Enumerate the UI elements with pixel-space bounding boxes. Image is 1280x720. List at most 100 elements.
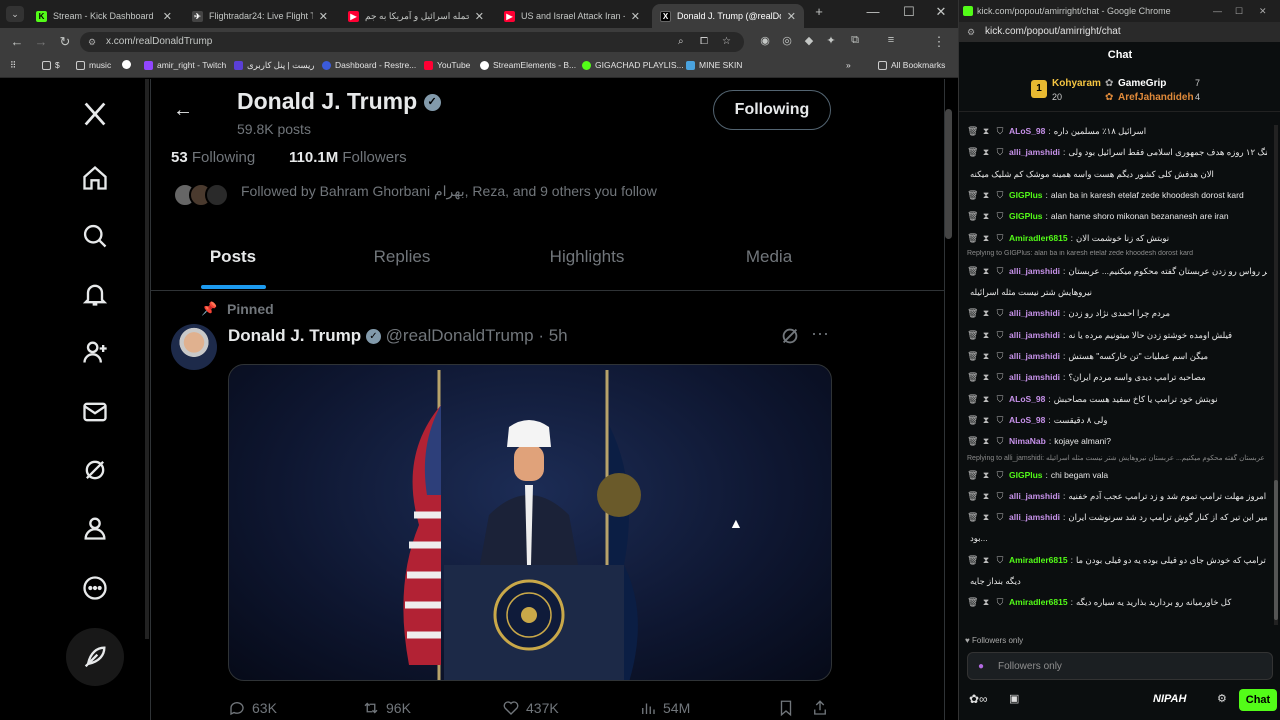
- trash-icon[interactable]: 🗑: [967, 264, 978, 278]
- timeout-icon[interactable]: ⧗: [981, 510, 991, 524]
- menu-icon[interactable]: ⋮: [930, 34, 948, 50]
- shield-icon[interactable]: ⛉: [995, 328, 1005, 342]
- chat-username[interactable]: alli_jamshidi: [1009, 330, 1060, 340]
- grok-icon[interactable]: [779, 325, 801, 347]
- timeout-icon[interactable]: ⧗: [981, 328, 991, 342]
- trash-icon[interactable]: 🗑: [967, 349, 978, 363]
- followers-stat[interactable]: 110.1M Followers: [289, 149, 407, 166]
- maximize-button[interactable]: ☐: [1235, 0, 1243, 22]
- trash-icon[interactable]: 🗑: [967, 370, 978, 384]
- tab-x-trump[interactable]: X Donald J. Trump (@realDo ✕: [652, 4, 804, 28]
- window-close-button[interactable]: ✕: [926, 4, 956, 20]
- chat-message[interactable]: دیگه بنداز جایه: [967, 574, 1267, 588]
- shield-icon[interactable]: ⛉: [995, 209, 1005, 223]
- store-icon[interactable]: ▣: [1009, 692, 1019, 705]
- chat-message[interactable]: 🗑 ⧗ ⛉ Amiradler6815: کل خاورمیانه رو بردارید…: [967, 595, 1267, 609]
- trash-icon[interactable]: 🗑: [967, 553, 978, 567]
- chat-username[interactable]: Amiradler6815: [1009, 233, 1068, 243]
- profile-person-icon[interactable]: [76, 509, 114, 547]
- emote-icon[interactable]: ✿∞: [969, 692, 988, 706]
- shield-icon[interactable]: ⛉: [995, 434, 1005, 448]
- shield-icon[interactable]: ⛉: [995, 468, 1005, 482]
- shield-icon[interactable]: ⛉: [995, 553, 1005, 567]
- minimize-button[interactable]: —: [1213, 0, 1222, 22]
- timeout-icon[interactable]: ⧗: [981, 264, 991, 278]
- chat-message[interactable]: نیروهایش شتر نیست مثله اسرائیله: [967, 285, 1267, 299]
- apps-icon[interactable]: ⠿: [10, 60, 16, 71]
- chat-message[interactable]: 🗑 ⧗ ⛉ GIGPlus: chi begam vala: [967, 468, 1267, 482]
- chat-message[interactable]: 🗑 ⧗ ⛉ GIGPlus: alan ba in karesh etelaf zede…: [967, 188, 1267, 202]
- chat-message[interactable]: 🗑 ⧗ ⛉ alli_jamshidi: میگن اسم عملیات "تن خار…: [967, 349, 1267, 363]
- bookmark-item[interactable]: StreamElements - B...: [480, 60, 576, 70]
- timeout-icon[interactable]: ⧗: [981, 553, 991, 567]
- chat-username[interactable]: alli_jamshidi: [1009, 266, 1060, 276]
- extension-icon[interactable]: ◎: [778, 34, 796, 47]
- forward-icon[interactable]: →: [32, 34, 50, 49]
- share-action[interactable]: [811, 699, 835, 717]
- following-button[interactable]: Following: [713, 90, 831, 130]
- timeout-icon[interactable]: ⧗: [981, 370, 991, 384]
- bookmark-item[interactable]: music: [76, 60, 111, 70]
- trash-icon[interactable]: 🗑: [967, 124, 978, 138]
- chat-username[interactable]: Amiradler6815: [1009, 597, 1068, 607]
- chat-username[interactable]: GIGPlus: [1009, 470, 1043, 480]
- chat-message[interactable]: 🗑 ⧗ ⛉ alli_jamshidi: مصاحبه ترامپ دیدی واسه …: [967, 370, 1267, 384]
- trash-icon[interactable]: 🗑: [967, 328, 978, 342]
- more-options-icon[interactable]: ···: [811, 323, 829, 344]
- chat-username[interactable]: Amiradler6815: [1009, 555, 1068, 565]
- sidebar-scrollbar[interactable]: [145, 79, 149, 639]
- maximize-button[interactable]: ☐: [894, 4, 924, 20]
- cast-icon[interactable]: ⧠: [700, 32, 708, 52]
- grok-icon[interactable]: [76, 451, 114, 489]
- timeout-icon[interactable]: ⧗: [981, 306, 991, 320]
- timeout-icon[interactable]: ⧗: [981, 434, 991, 448]
- trash-icon[interactable]: 🗑: [967, 434, 978, 448]
- search-icon[interactable]: [76, 217, 114, 255]
- reload-icon[interactable]: ↻: [56, 34, 74, 50]
- chat-message[interactable]: 🗑 ⧗ ⛉ alli_jamshidi: مردم چرا احمدی نژاد رو …: [967, 306, 1267, 320]
- minimize-button[interactable]: —: [858, 4, 888, 19]
- bookmark-item[interactable]: YouTube: [424, 60, 470, 70]
- shield-icon[interactable]: ⛉: [995, 489, 1005, 503]
- timeout-icon[interactable]: ⧗: [981, 124, 991, 138]
- trash-icon[interactable]: 🗑: [967, 306, 978, 320]
- timeout-icon[interactable]: ⧗: [981, 209, 991, 223]
- timeout-icon[interactable]: ⧗: [981, 145, 991, 159]
- bookmark-star-icon[interactable]: ☆: [722, 32, 731, 52]
- timeout-icon[interactable]: ⧗: [981, 392, 991, 406]
- leader-name[interactable]: Kohyaram: [1052, 78, 1101, 89]
- shield-icon[interactable]: ⛉: [995, 413, 1005, 427]
- address-bar[interactable]: ⚙ x.com/realDonaldTrump ⌕ ⧠ ☆: [80, 32, 744, 52]
- extension-icon[interactable]: ◉: [756, 34, 774, 47]
- chat-message[interactable]: 🗑 ⧗ ⛉ Amiradler6815: نوبتش که زنا خوشمت الان: [967, 231, 1267, 245]
- tab-posts[interactable]: Posts: [207, 247, 259, 267]
- chat-message[interactable]: 🗑 ⧗ ⛉ ALoS_98: اسرائیل ۱۸٪ مسلمین داره: [967, 124, 1267, 138]
- site-info-icon[interactable]: ⚙: [967, 22, 975, 42]
- window-close-button[interactable]: ✕: [1259, 0, 1267, 22]
- chat-message[interactable]: 🗑 ⧗ ⛉ Amiradler6815: ترامپ که خودش جای دو فی…: [967, 553, 1267, 567]
- chat-scrollbar-thumb[interactable]: [1274, 480, 1278, 620]
- reading-list-icon[interactable]: ≡: [882, 34, 900, 46]
- chat-message[interactable]: 🗑⧗ ⛉ alli_jamshidi:تو جنگ ۱۲ روزه هدف جمهو…: [967, 145, 1267, 159]
- bookmarks-overflow-icon[interactable]: »: [846, 60, 851, 70]
- shield-icon[interactable]: ⛉: [995, 264, 1005, 278]
- bookmark-item[interactable]: Dashboard - Restre...: [322, 60, 416, 70]
- chat-message[interactable]: بود...: [967, 531, 1267, 545]
- tab-flightradar[interactable]: ✈ Flightradar24: Live Flight Track ✕: [184, 4, 336, 28]
- page-scrollbar[interactable]: [945, 109, 952, 239]
- messages-mail-icon[interactable]: [76, 393, 114, 431]
- x-logo-icon[interactable]: [76, 95, 114, 133]
- extension-icon[interactable]: ◆: [800, 34, 818, 47]
- trash-icon[interactable]: 🗑: [967, 188, 978, 202]
- trash-icon[interactable]: 🗑: [967, 468, 978, 482]
- chat-message[interactable]: 🗑 ⧗ ⛉ alli_jamshidi: امیر این تیر که از کنار…: [967, 510, 1267, 524]
- chat-message[interactable]: 🗑 ⧗ ⛉ ALoS_98: ولی ۸ دقیقست: [967, 413, 1267, 427]
- following-stat[interactable]: 53 Following: [171, 149, 255, 166]
- timeout-icon[interactable]: ⧗: [981, 489, 991, 503]
- reply-context[interactable]: Replying to alli_jamshidi: رهبر رواس رو …: [967, 454, 1267, 462]
- send-chat-button[interactable]: Chat: [1239, 689, 1277, 711]
- trash-icon[interactable]: 🗑: [967, 231, 978, 245]
- shield-icon[interactable]: ⛉: [995, 370, 1005, 384]
- trash-icon[interactable]: 🗑: [967, 510, 978, 524]
- close-icon[interactable]: ✕: [787, 10, 796, 23]
